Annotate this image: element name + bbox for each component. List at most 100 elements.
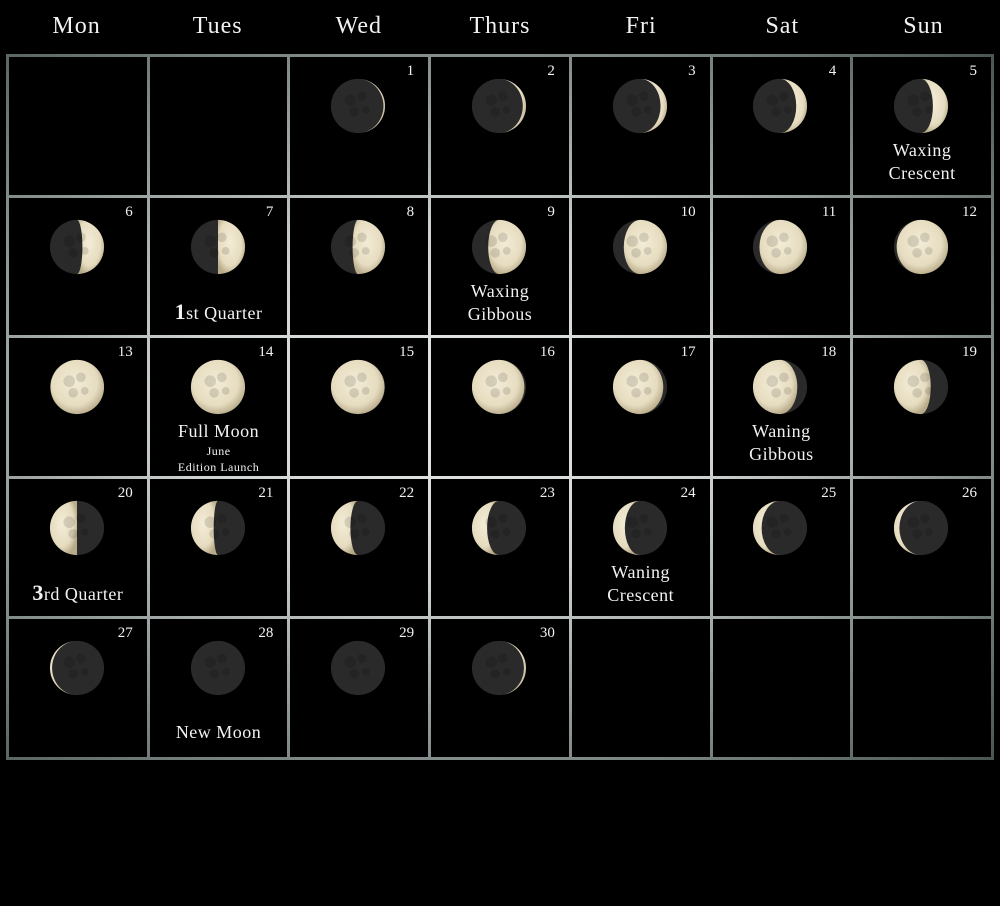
moon-phase-icon bbox=[753, 78, 808, 134]
moon-lit-portion bbox=[896, 219, 949, 274]
moon-mare bbox=[626, 516, 638, 528]
moon-mare bbox=[784, 246, 793, 255]
calendar-day-12[interactable]: 12 bbox=[853, 197, 991, 336]
calendar-day-20[interactable]: 20 3rd Quarter bbox=[9, 478, 147, 617]
calendar-empty-cell bbox=[9, 57, 147, 195]
moon-mare bbox=[485, 375, 498, 388]
moon-phase-icon bbox=[894, 500, 949, 555]
moon-mare bbox=[631, 528, 641, 539]
day-number: 13 bbox=[117, 344, 133, 361]
moon-mare bbox=[485, 656, 498, 669]
moon-phase-icon bbox=[753, 219, 808, 274]
calendar-day-21[interactable]: 21 bbox=[149, 478, 288, 617]
day-number: 7 bbox=[265, 203, 274, 220]
moon-phase-icon bbox=[612, 219, 667, 274]
day-number: 28 bbox=[258, 625, 274, 642]
moon-mare bbox=[490, 388, 500, 398]
moon-mare bbox=[638, 513, 649, 523]
moon-mare bbox=[907, 234, 920, 247]
calendar-day-2[interactable]: 2 bbox=[431, 57, 569, 195]
moon-mare bbox=[75, 653, 86, 664]
day-number: 24 bbox=[680, 484, 696, 501]
calendar-day-23[interactable]: 23 bbox=[431, 478, 569, 617]
weekday-sun: Sun bbox=[903, 13, 944, 39]
day-number: 10 bbox=[680, 203, 696, 220]
day-number: 11 bbox=[821, 203, 837, 220]
calendar-day-15[interactable]: 15 bbox=[290, 338, 429, 476]
calendar-empty-cell bbox=[571, 619, 710, 757]
calendar-day-22[interactable]: 22 bbox=[290, 478, 429, 617]
phase-label: Full Moon June Edition Launch bbox=[150, 420, 288, 475]
moon-phase-icon bbox=[331, 78, 386, 134]
moon-mare bbox=[502, 527, 511, 536]
calendar-day-1[interactable]: 1 bbox=[290, 57, 429, 195]
calendar-empty-cell bbox=[149, 57, 288, 195]
calendar-day-24[interactable]: 24 Waning Crescent bbox=[571, 478, 710, 617]
moon-mare bbox=[912, 106, 923, 117]
moon-mare bbox=[766, 94, 779, 106]
calendar-day-9[interactable]: 9 Waxing Gibbous bbox=[431, 197, 569, 336]
moon-mare bbox=[924, 387, 933, 395]
calendar-day-4[interactable]: 4 bbox=[712, 57, 851, 195]
moon-phase-icon bbox=[331, 219, 386, 274]
moon-phase-icon bbox=[49, 360, 104, 415]
moon-mare bbox=[485, 234, 498, 247]
moon-phase-icon bbox=[471, 641, 527, 696]
moon-mare bbox=[638, 232, 649, 242]
calendar-day-8[interactable]: 8 bbox=[290, 197, 429, 336]
day-number: 16 bbox=[539, 344, 555, 361]
calendar-day-25[interactable]: 25 bbox=[712, 478, 851, 617]
day-number: 20 bbox=[117, 484, 133, 501]
moon-mare bbox=[204, 234, 216, 247]
moon-mare bbox=[498, 372, 508, 383]
weekday-sat: Sat bbox=[765, 13, 800, 39]
calendar-day-3[interactable]: 3 bbox=[571, 57, 710, 195]
phase-label: 3rd Quarter bbox=[32, 579, 124, 605]
moon-mare bbox=[349, 247, 360, 258]
moon-mare bbox=[221, 668, 230, 677]
weekday-tues: Tues bbox=[192, 13, 243, 39]
calendar-day-16[interactable]: 16 bbox=[431, 338, 569, 476]
moon-mare bbox=[631, 106, 641, 117]
moon-phase-icon bbox=[49, 219, 104, 274]
day-number: 23 bbox=[539, 484, 555, 501]
calendar-day-14[interactable]: 14 Full Moon June Edition Launch bbox=[149, 338, 288, 476]
moon-mare bbox=[771, 106, 782, 117]
calendar-day-27[interactable]: 27 bbox=[9, 619, 147, 757]
calendar-day-29[interactable]: 29 bbox=[290, 619, 429, 757]
calendar-day-6[interactable]: 6 bbox=[9, 197, 147, 336]
calendar-day-11[interactable]: 11 bbox=[712, 197, 851, 336]
day-number: 4 bbox=[828, 63, 837, 79]
calendar-day-18[interactable]: 18 Waning Gibbous bbox=[712, 338, 851, 476]
calendar-day-19[interactable]: 19 bbox=[853, 338, 991, 476]
calendar-day-13[interactable]: 13 bbox=[9, 338, 147, 476]
calendar-day-17[interactable]: 17 bbox=[571, 338, 710, 476]
moon-phase-icon bbox=[894, 360, 949, 415]
moon-phase-icon bbox=[190, 500, 245, 555]
moon-mare bbox=[221, 246, 230, 255]
moon-mare bbox=[498, 513, 508, 523]
calendar-day-10[interactable]: 10 bbox=[571, 197, 710, 336]
moon-mare bbox=[362, 106, 370, 114]
moon-mare bbox=[626, 94, 638, 106]
calendar-day-7[interactable]: 7 1st Quarter bbox=[149, 197, 288, 336]
moon-mare bbox=[920, 232, 930, 242]
moon-phase-icon bbox=[190, 641, 245, 696]
moon-phase-icon bbox=[331, 641, 386, 696]
moon-mare bbox=[221, 387, 230, 395]
weekday-wed: Wed bbox=[335, 13, 383, 39]
moon-mare bbox=[349, 388, 360, 398]
moon-mare bbox=[924, 246, 933, 255]
moon-mare bbox=[920, 372, 930, 383]
day-number: 6 bbox=[125, 203, 133, 220]
moon-phase-icon bbox=[49, 641, 104, 696]
calendar-day-5[interactable]: 5 Waxing Crescent bbox=[853, 57, 991, 195]
moon-mare bbox=[498, 91, 508, 102]
moon-mare bbox=[631, 247, 641, 258]
moon-mare bbox=[502, 387, 511, 395]
day-number: 1 bbox=[406, 63, 415, 79]
calendar-day-30[interactable]: 30 bbox=[431, 619, 569, 757]
calendar-day-28[interactable]: 28 New Moon bbox=[149, 619, 288, 757]
moon-mare bbox=[362, 527, 370, 536]
calendar-day-26[interactable]: 26 bbox=[853, 478, 991, 617]
